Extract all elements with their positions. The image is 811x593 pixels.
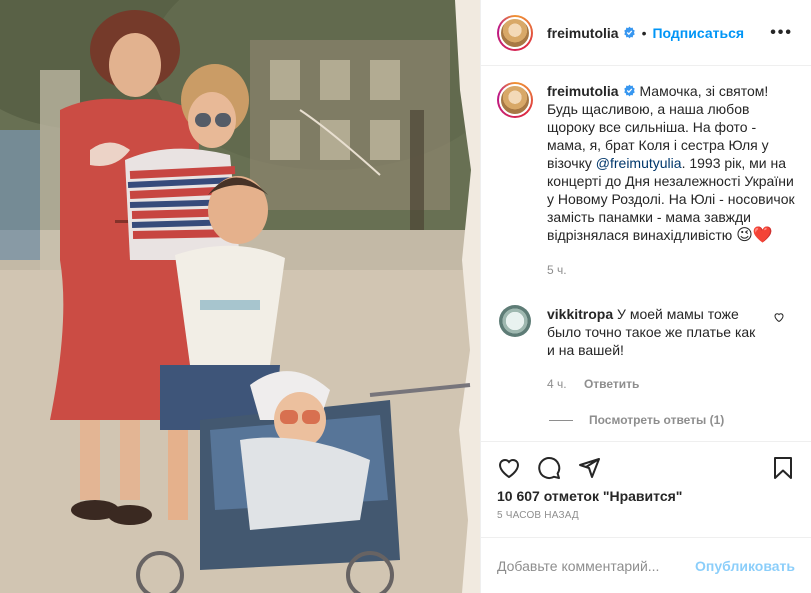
share-icon[interactable]	[577, 456, 601, 480]
caption-username[interactable]: freimutolia	[547, 83, 619, 99]
caption-avatar[interactable]	[497, 82, 533, 118]
comment-body: vikkitropa У моей мамы тоже было точно т…	[547, 305, 795, 393]
comment-age: 4 ч.	[547, 377, 567, 391]
mention-link[interactable]: @freimutyulia	[596, 155, 682, 171]
comment: vikkitropa У моей мамы тоже было точно т…	[497, 305, 795, 393]
header-separator: •	[641, 24, 647, 41]
comment-username[interactable]: vikkitropa	[547, 306, 613, 322]
heart-icon[interactable]	[497, 456, 521, 480]
view-replies-label: Посмотреть ответы (1)	[589, 413, 725, 427]
publish-button[interactable]: Опубликовать	[695, 558, 795, 574]
likes-count[interactable]: 10 607 отметок "Нравится"	[497, 488, 795, 504]
comment-avatar[interactable]	[499, 305, 531, 337]
follow-button[interactable]: Подписаться	[652, 25, 744, 41]
post-header: freimutolia • Подписаться •••	[481, 0, 811, 66]
comments-section: freimutolia Мамочка, зі святом! Будь щас…	[481, 66, 811, 441]
view-replies-line	[549, 419, 573, 421]
verified-badge-icon	[623, 26, 635, 39]
reply-button[interactable]: Ответить	[584, 377, 639, 391]
profile-avatar[interactable]	[497, 14, 533, 51]
more-options-icon[interactable]: •••	[770, 24, 793, 42]
add-comment-bar: Опубликовать	[481, 537, 811, 593]
caption-body: freimutolia Мамочка, зі святом! Будь щас…	[547, 82, 795, 279]
post-timestamp[interactable]: 5 часов назад	[497, 510, 795, 521]
caption-meta: 5 ч.	[547, 261, 795, 279]
post-details-panel: freimutolia • Подписаться ••• freimutoli…	[480, 0, 811, 593]
action-icons	[497, 448, 795, 488]
vintage-family-photo	[0, 0, 480, 593]
comment-meta: 4 ч. Ответить	[547, 375, 765, 393]
caption-emojis: 😉❤️	[736, 227, 773, 244]
post-photo[interactable]	[0, 0, 480, 593]
verified-badge-icon	[623, 84, 635, 97]
caption: freimutolia Мамочка, зі святом! Будь щас…	[497, 82, 795, 279]
bookmark-icon[interactable]	[771, 456, 795, 480]
post-actions: 10 607 отметок "Нравится" 5 часов назад	[481, 441, 811, 521]
comment-input[interactable]	[497, 557, 696, 574]
comment-like-icon[interactable]	[773, 311, 785, 323]
avatar-image	[499, 84, 531, 116]
avatar-image	[499, 16, 531, 49]
header-username[interactable]: freimutolia	[547, 25, 619, 41]
comment-icon[interactable]	[537, 456, 561, 480]
caption-age: 5 ч.	[547, 263, 567, 277]
instagram-post: freimutolia • Подписаться ••• freimutoli…	[0, 0, 811, 593]
view-replies-link[interactable]: Посмотреть ответы (1)	[549, 413, 795, 427]
